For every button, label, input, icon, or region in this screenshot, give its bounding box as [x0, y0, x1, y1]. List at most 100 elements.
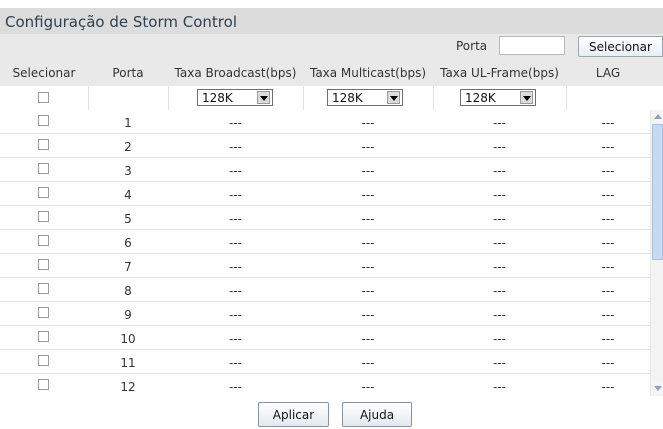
broadcast-rate: ---: [229, 332, 242, 346]
port-number: 8: [124, 284, 132, 298]
scrollbar-thumb[interactable]: [652, 124, 663, 260]
column-header-multicast: Taxa Multicast(bps): [309, 66, 427, 80]
column-header-broadcast: Taxa Broadcast(bps): [174, 66, 297, 80]
lag-value: ---: [601, 116, 615, 130]
chevron-down-icon: [257, 91, 270, 104]
lag-value: ---: [601, 380, 615, 394]
table-row: 11 --- --- --- ---: [0, 350, 650, 374]
scroll-up-arrow-icon[interactable]: [652, 110, 663, 123]
port-table-body: 1 --- --- --- --- 2 --- --- --- --- 3 --- --- --- --- 4…: [0, 110, 663, 396]
broadcast-rate: ---: [229, 164, 242, 178]
lag-value: ---: [601, 236, 615, 250]
row-select-checkbox[interactable]: [38, 355, 49, 366]
row-select-checkbox[interactable]: [38, 115, 49, 126]
ul-frame-rate: ---: [493, 260, 506, 274]
column-header-lag: LAG: [595, 66, 621, 80]
row-select-checkbox[interactable]: [38, 211, 49, 222]
port-number: 11: [120, 356, 136, 370]
table-row: 10 --- --- --- ---: [0, 326, 650, 350]
page-title: Configuração de Storm Control: [5, 13, 237, 31]
port-number: 7: [124, 260, 132, 274]
row-select-checkbox[interactable]: [38, 307, 49, 318]
ul-frame-rate: ---: [493, 116, 506, 130]
broadcast-rate: ---: [229, 380, 242, 394]
table-row: 1 --- --- --- ---: [0, 110, 650, 134]
broadcast-rate: ---: [229, 188, 242, 202]
row-select-checkbox[interactable]: [38, 235, 49, 246]
select-all-checkbox[interactable]: [38, 92, 49, 103]
ul-frame-rate: ---: [493, 212, 506, 226]
broadcast-rate: ---: [229, 260, 242, 274]
column-divider: [303, 86, 304, 110]
port-number: 4: [124, 188, 132, 202]
port-number: 1: [124, 116, 132, 130]
ul-frame-rate-select[interactable]: 128K: [460, 89, 536, 106]
chevron-down-icon: [387, 91, 400, 104]
row-select-checkbox[interactable]: [38, 283, 49, 294]
table-header: Selecionar Porta Taxa Broadcast(bps) Tax…: [0, 58, 663, 86]
port-number: 10: [120, 332, 136, 346]
row-select-checkbox[interactable]: [38, 379, 49, 390]
port-number: 5: [124, 212, 132, 226]
broadcast-rate: ---: [229, 212, 242, 226]
row-select-checkbox[interactable]: [38, 259, 49, 270]
port-filter-row: Porta Selecionar: [0, 34, 663, 58]
ul-frame-rate: ---: [493, 188, 506, 202]
ul-frame-rate-value: 128K: [465, 91, 496, 105]
ul-frame-rate: ---: [493, 140, 506, 154]
column-header-ul-frame: Taxa UL-Frame(bps): [440, 66, 559, 80]
ul-frame-rate: ---: [493, 236, 506, 250]
lag-value: ---: [601, 260, 615, 274]
broadcast-rate-select[interactable]: 128K: [197, 89, 273, 106]
column-divider: [88, 86, 89, 110]
lag-value: ---: [601, 164, 615, 178]
row-select-checkbox[interactable]: [38, 187, 49, 198]
panel-title-bar: Configuração de Storm Control: [0, 8, 663, 34]
broadcast-rate: ---: [229, 116, 242, 130]
ul-frame-rate: ---: [493, 356, 506, 370]
lag-value: ---: [601, 188, 615, 202]
column-divider: [566, 86, 567, 110]
table-row: 5 --- --- --- ---: [0, 206, 650, 230]
row-select-checkbox[interactable]: [38, 163, 49, 174]
table-row: 7 --- --- --- ---: [0, 254, 650, 278]
column-divider: [168, 86, 169, 110]
scroll-down-arrow-icon[interactable]: [652, 382, 663, 395]
multicast-rate: ---: [361, 380, 375, 394]
settings-row: 128K 128K 128K: [0, 86, 663, 110]
multicast-rate: ---: [361, 164, 375, 178]
select-port-button[interactable]: Selecionar: [578, 36, 663, 57]
table-row: 4 --- --- --- ---: [0, 182, 650, 206]
port-filter-label: Porta: [456, 39, 488, 53]
port-number: 3: [124, 164, 132, 178]
column-header-select: Selecionar: [12, 66, 76, 80]
help-button[interactable]: Ajuda: [342, 402, 412, 427]
table-row: 3 --- --- --- ---: [0, 158, 650, 182]
broadcast-rate: ---: [229, 284, 242, 298]
multicast-rate: ---: [361, 308, 375, 322]
multicast-rate: ---: [361, 188, 375, 202]
multicast-rate: ---: [361, 284, 375, 298]
row-select-checkbox[interactable]: [38, 331, 49, 342]
table-row: 8 --- --- --- ---: [0, 278, 650, 302]
multicast-rate: ---: [361, 356, 375, 370]
apply-button[interactable]: Aplicar: [258, 402, 329, 427]
row-select-checkbox[interactable]: [38, 139, 49, 150]
multicast-rate-select[interactable]: 128K: [327, 89, 403, 106]
lag-value: ---: [601, 356, 615, 370]
broadcast-rate-value: 128K: [202, 91, 233, 105]
multicast-rate: ---: [361, 332, 375, 346]
table-row: 2 --- --- --- ---: [0, 134, 650, 158]
table-row: 6 --- --- --- ---: [0, 230, 650, 254]
lag-value: ---: [601, 140, 615, 154]
lag-value: ---: [601, 212, 615, 226]
table-row: 12 --- --- --- ---: [0, 374, 650, 396]
multicast-rate: ---: [361, 260, 375, 274]
multicast-rate: ---: [361, 116, 375, 130]
column-divider: [433, 86, 434, 110]
port-filter-input[interactable]: [499, 36, 565, 55]
port-number: 6: [124, 236, 132, 250]
ul-frame-rate: ---: [493, 284, 506, 298]
table-scrollbar[interactable]: [650, 110, 663, 396]
lag-value: ---: [601, 308, 615, 322]
